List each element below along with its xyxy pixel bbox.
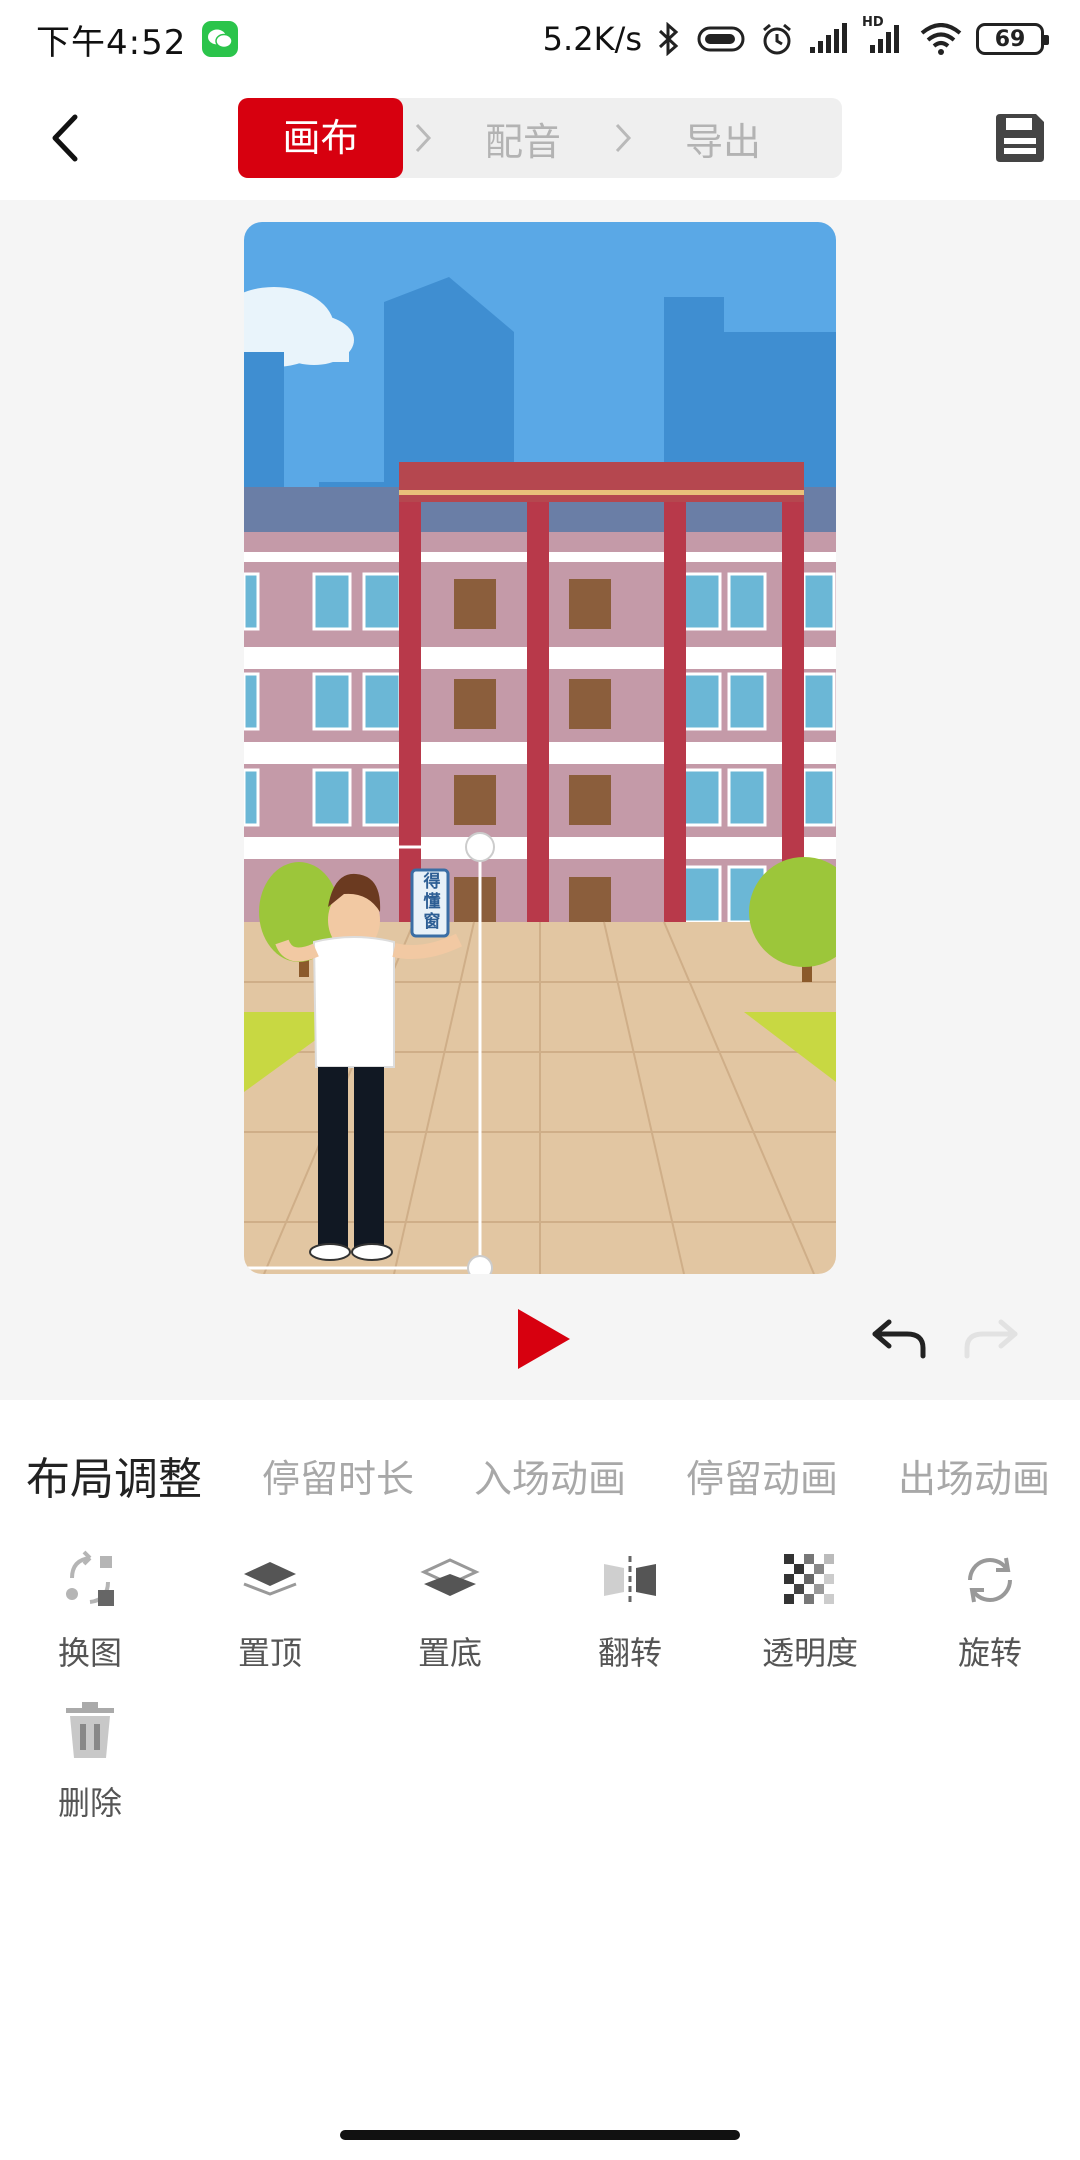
rotate-label: 旋转 [957, 1634, 1022, 1672]
redo-icon [964, 1319, 1018, 1359]
trash-icon [60, 1700, 120, 1760]
opacity-button[interactable]: 透明度 [735, 1550, 885, 1690]
bring-to-front-button[interactable]: 置顶 [195, 1550, 345, 1690]
bluetooth-icon [656, 22, 682, 56]
resize-handle [467, 1255, 493, 1274]
back-button[interactable] [32, 106, 96, 170]
chevron-right-icon [603, 121, 643, 155]
delete-label: 删除 [57, 1784, 122, 1822]
hd-label: HD [862, 15, 884, 30]
opacity-label: 透明度 [761, 1634, 858, 1672]
alarm-icon [760, 22, 794, 56]
tab-exit-animation[interactable]: 出场动画 [898, 1448, 1050, 1503]
flip-icon [600, 1550, 660, 1610]
replace-image-icon [60, 1550, 120, 1610]
network-speed: 5.2K/s [542, 20, 642, 58]
status-indicators: 5.2K/s HD 69 [542, 15, 1049, 58]
battery-indicator: 69 [976, 23, 1049, 55]
play-icon [518, 1309, 570, 1369]
vibrate-icon [696, 24, 746, 54]
bring-to-front-label: 置顶 [237, 1634, 302, 1672]
tab-stay-animation[interactable]: 停留动画 [686, 1448, 838, 1503]
status-bar: 下午4:52 5.2K/s HD 69 [0, 0, 1080, 78]
undo-button[interactable] [866, 1308, 930, 1368]
send-to-back-icon [420, 1550, 480, 1610]
tab-duration[interactable]: 停留时长 [262, 1448, 414, 1503]
sign-text: 得 懂 窗 [423, 872, 441, 932]
resize-handle [465, 832, 495, 862]
edit-panel: 布局调整 停留时长 入场动画 停留动画 出场动画 换图 置顶 置底 翻转 透明度… [0, 1400, 1080, 2160]
signal-hd-icon: HD [862, 15, 906, 55]
save-icon [996, 114, 1044, 162]
rotate-button[interactable]: 旋转 [915, 1550, 1065, 1690]
selected-character[interactable] [244, 222, 836, 1274]
edit-tabs: 布局调整 停留时长 入场动画 停留动画 出场动画 [0, 1440, 1080, 1510]
step-dubbing[interactable]: 配音 [443, 111, 603, 166]
replace-image-button[interactable]: 换图 [15, 1550, 165, 1690]
bring-to-front-icon [240, 1550, 300, 1610]
step-export[interactable]: 导出 [643, 111, 803, 166]
send-to-back-button[interactable]: 置底 [375, 1550, 525, 1690]
chevron-right-icon [403, 121, 443, 155]
save-button[interactable] [988, 106, 1052, 170]
wifi-icon [920, 23, 962, 55]
tab-layout[interactable]: 布局调整 [26, 1443, 202, 1507]
step-canvas[interactable]: 画布 [238, 98, 403, 178]
wechat-notification-icon [202, 21, 239, 57]
rotate-icon [960, 1550, 1020, 1610]
opacity-icon [780, 1550, 840, 1610]
flip-button[interactable]: 翻转 [555, 1550, 705, 1690]
back-arrow-icon [52, 114, 78, 162]
play-button[interactable] [508, 1304, 578, 1374]
editor-header: 画布 配音 导出 [0, 78, 1080, 200]
delete-button[interactable]: 删除 [15, 1700, 165, 1840]
tab-enter-animation[interactable]: 入场动画 [474, 1448, 626, 1503]
step-progress: 画布 配音 导出 [238, 98, 842, 178]
scene-canvas[interactable]: 得 懂 窗 [244, 222, 836, 1274]
status-time: 下午4:52 [36, 22, 187, 63]
undo-icon [872, 1319, 926, 1359]
flip-label: 翻转 [597, 1634, 662, 1672]
canvas-stage: 得 懂 窗 [0, 200, 1080, 1400]
redo-button[interactable] [960, 1308, 1024, 1368]
replace-image-label: 换图 [57, 1634, 122, 1672]
send-to-back-label: 置底 [417, 1634, 482, 1672]
home-indicator[interactable] [340, 2130, 740, 2140]
signal-icon [808, 23, 848, 55]
